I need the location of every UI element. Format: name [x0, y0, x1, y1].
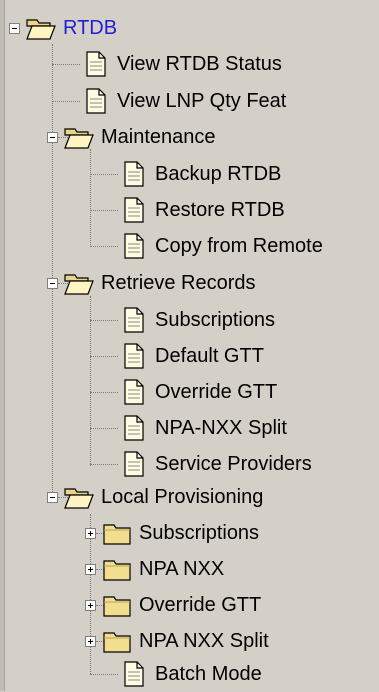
collapse-icon[interactable] — [9, 22, 20, 34]
tree-node-npa-nxx[interactable]: NPA NXX — [85, 551, 224, 587]
tree-node-local-override-gtt[interactable]: Override GTT — [85, 587, 261, 623]
tree-node-label[interactable]: Batch Mode — [148, 664, 262, 684]
open-folder-icon — [64, 128, 94, 149]
document-icon — [124, 307, 144, 333]
tree-line — [90, 392, 118, 393]
document-icon — [124, 661, 144, 687]
tree-node-copy-from-remote[interactable]: Copy from Remote — [118, 228, 323, 264]
expand-icon[interactable] — [85, 635, 96, 647]
tree-node-local-provisioning[interactable]: Local Provisioning — [47, 479, 263, 515]
closed-folder-icon — [103, 632, 131, 653]
tree-node-view-rtdb-status[interactable]: View RTDB Status — [80, 46, 282, 82]
tree-node-retrieve-records[interactable]: Retrieve Records — [47, 265, 256, 301]
tree-node-label[interactable]: NPA NXX Split — [132, 631, 269, 651]
tree-node-label[interactable]: Override GTT — [148, 382, 277, 402]
tree-node-override-gtt[interactable]: Override GTT — [118, 374, 277, 410]
tree-line — [52, 101, 80, 102]
tree-line — [90, 356, 118, 357]
tree-node-label[interactable]: Local Provisioning — [94, 487, 263, 507]
tree-line — [52, 64, 80, 65]
tree-node-local-subscriptions[interactable]: Subscriptions — [85, 515, 259, 551]
tree-line — [90, 464, 118, 465]
closed-folder-icon — [103, 560, 131, 581]
tree-node-maintenance[interactable]: Maintenance — [47, 119, 216, 155]
tree-node-rtdb[interactable]: RTDB — [9, 10, 117, 46]
expand-icon[interactable] — [85, 527, 96, 539]
tree-line — [90, 428, 118, 429]
document-icon — [86, 51, 106, 77]
collapse-icon[interactable] — [47, 131, 58, 143]
collapse-icon[interactable] — [47, 491, 58, 503]
document-icon — [124, 379, 144, 405]
tree-node-label[interactable]: NPA NXX — [132, 559, 224, 579]
tree-node-label[interactable]: Subscriptions — [132, 523, 259, 543]
open-folder-icon — [64, 488, 94, 509]
tree-node-label[interactable]: Subscriptions — [148, 310, 275, 330]
expand-icon[interactable] — [85, 599, 96, 611]
tree-line — [90, 246, 118, 247]
tree-node-label[interactable]: NPA-NXX Split — [148, 418, 287, 438]
tree-node-backup-rtdb[interactable]: Backup RTDB — [118, 156, 281, 192]
tree-line — [90, 674, 118, 675]
tree-node-local-npa-nxx-split[interactable]: NPA NXX Split — [85, 623, 269, 659]
tree-node-service-providers[interactable]: Service Providers — [118, 446, 312, 482]
tree-node-label[interactable]: RTDB — [56, 18, 117, 38]
tree-line — [90, 149, 91, 247]
document-icon — [86, 88, 106, 114]
document-icon — [124, 451, 144, 477]
tree-node-label[interactable]: Copy from Remote — [148, 236, 323, 256]
closed-folder-icon — [103, 524, 131, 545]
collapse-icon[interactable] — [47, 277, 58, 289]
tree-node-npa-nxx-split[interactable]: NPA-NXX Split — [118, 410, 287, 446]
tree-node-label[interactable]: Maintenance — [94, 127, 216, 147]
tree-line — [90, 174, 118, 175]
tree-node-label[interactable]: View RTDB Status — [110, 54, 282, 74]
document-icon — [124, 415, 144, 441]
document-icon — [124, 197, 144, 223]
document-icon — [124, 161, 144, 187]
tree-node-default-gtt[interactable]: Default GTT — [118, 338, 264, 374]
tree-line — [90, 320, 118, 321]
tree-node-batch-mode[interactable]: Batch Mode — [118, 656, 262, 692]
tree-node-label[interactable]: Retrieve Records — [94, 273, 256, 293]
tree-node-label[interactable]: Backup RTDB — [148, 164, 281, 184]
tree-node-label[interactable]: Override GTT — [132, 595, 261, 615]
left-border — [0, 0, 5, 691]
open-folder-icon — [26, 19, 56, 40]
tree-line — [90, 210, 118, 211]
tree-node-view-lnp-qty-feat[interactable]: View LNP Qty Feat — [80, 83, 286, 119]
tree-node-label[interactable]: Service Providers — [148, 454, 312, 474]
closed-folder-icon — [103, 596, 131, 617]
open-folder-icon — [64, 274, 94, 295]
tree-node-label[interactable]: Default GTT — [148, 346, 264, 366]
document-icon — [124, 233, 144, 259]
tree-node-subscriptions[interactable]: Subscriptions — [118, 302, 275, 338]
navigation-tree: RTDB View RTDB Status View LNP Qty Feat … — [0, 0, 379, 691]
document-icon — [124, 343, 144, 369]
tree-line — [90, 296, 91, 466]
tree-node-label[interactable]: Restore RTDB — [148, 200, 285, 220]
tree-node-restore-rtdb[interactable]: Restore RTDB — [118, 192, 285, 228]
expand-icon[interactable] — [85, 563, 96, 575]
tree-node-label[interactable]: View LNP Qty Feat — [110, 91, 286, 111]
